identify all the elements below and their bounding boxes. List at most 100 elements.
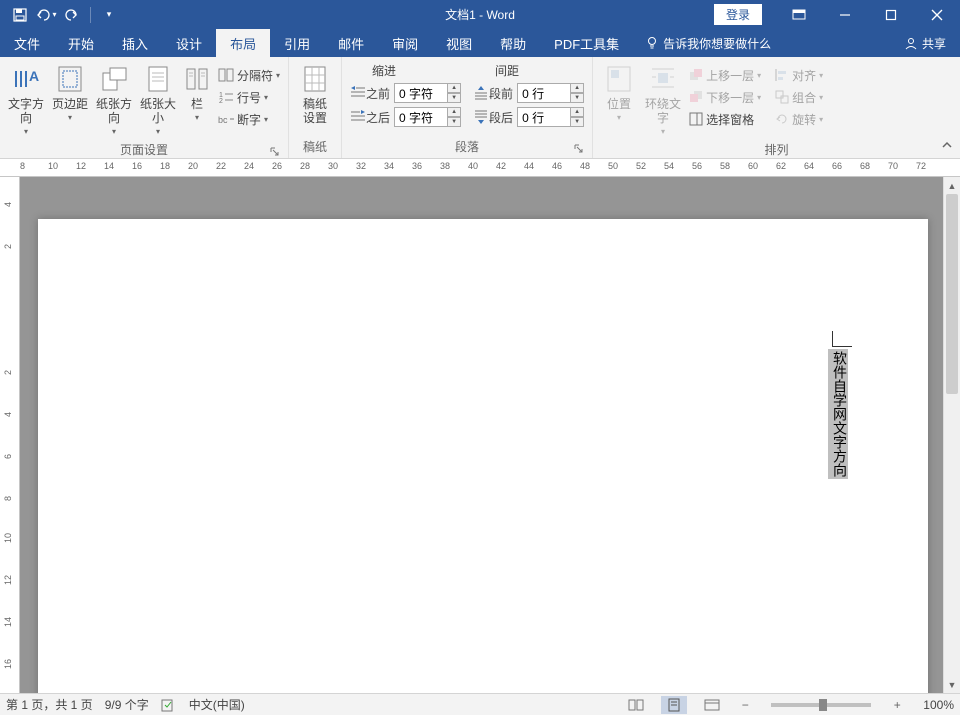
line-numbers-icon: 12: [218, 89, 234, 105]
space-after-input[interactable]: [517, 107, 571, 127]
ruler-tick: 34: [384, 161, 394, 171]
scroll-up-button[interactable]: ▲: [944, 177, 960, 194]
ruler-tick: 22: [216, 161, 226, 171]
ribbon-options-button[interactable]: [776, 0, 822, 29]
scroll-down-button[interactable]: ▼: [944, 676, 960, 693]
zoom-slider[interactable]: [771, 703, 871, 707]
columns-button[interactable]: 栏 ▾: [180, 60, 214, 125]
collapse-ribbon-button[interactable]: [938, 136, 956, 154]
ribbon-group-paragraph: 缩进 之前 ▲▼ 之后 ▲▼ 间距 段前: [342, 57, 593, 158]
tab-引用[interactable]: 引用: [270, 29, 324, 57]
bring-forward-button[interactable]: 上移一层▾: [685, 64, 771, 86]
scrollbar-vertical[interactable]: ▲ ▼: [943, 177, 960, 693]
indent-after-up[interactable]: ▲: [447, 107, 461, 117]
space-after-down[interactable]: ▼: [570, 117, 584, 127]
tell-me-input[interactable]: 告诉我你想要做什么: [633, 29, 783, 57]
bring-forward-icon: [689, 68, 703, 82]
tab-邮件[interactable]: 邮件: [324, 29, 378, 57]
ruler-vertical[interactable]: 42246810121416: [0, 177, 20, 693]
paragraph-dialog-launcher[interactable]: [572, 142, 586, 156]
status-page[interactable]: 第 1 页，共 1 页: [6, 696, 93, 713]
page-setup-dialog-launcher[interactable]: [268, 145, 282, 159]
tab-视图[interactable]: 视图: [432, 29, 486, 57]
paragraph-label: 段落: [455, 140, 479, 154]
space-after-icon: [473, 109, 489, 125]
ruler-tick: 56: [692, 161, 702, 171]
space-after-up[interactable]: ▲: [570, 107, 584, 117]
tab-开始[interactable]: 开始: [54, 29, 108, 57]
indent-after-input[interactable]: [394, 107, 448, 127]
tab-文件[interactable]: 文件: [0, 29, 54, 57]
margins-button[interactable]: 页边距 ▾: [48, 60, 92, 125]
document-canvas[interactable]: 软件自学网文字方向 软件自学网 WWW.RJZXW.COM: [20, 177, 943, 693]
indent-before-down[interactable]: ▼: [447, 93, 461, 103]
manuscript-button[interactable]: 稿纸 设置: [293, 60, 337, 128]
undo-button[interactable]: ▾: [34, 3, 58, 27]
scroll-thumb[interactable]: [946, 194, 958, 394]
tab-设计[interactable]: 设计: [162, 29, 216, 57]
ribbon: A 文字方向 ▾ 页边距 ▾ 纸张方向 ▾ 纸张大小 ▾ 栏: [0, 57, 960, 159]
orientation-button[interactable]: 纸张方向 ▾: [92, 60, 136, 139]
ruler-tick: 46: [552, 161, 562, 171]
status-language[interactable]: 中文(中国): [189, 696, 245, 713]
ruler-tick: 52: [636, 161, 646, 171]
tab-审阅[interactable]: 审阅: [378, 29, 432, 57]
indent-before-input[interactable]: [394, 83, 448, 103]
zoom-percent[interactable]: 100%: [923, 698, 954, 712]
zoom-slider-thumb[interactable]: [819, 699, 827, 711]
ruler-tick-v: 2: [3, 244, 13, 249]
qat-customize-button[interactable]: ▾: [97, 3, 121, 27]
minimize-button[interactable]: [822, 0, 868, 29]
group-button[interactable]: 组合▾: [771, 86, 837, 108]
tab-插入[interactable]: 插入: [108, 29, 162, 57]
redo-button[interactable]: [60, 3, 84, 27]
position-button[interactable]: 位置▾: [597, 60, 641, 125]
window-title: 文档1 - Word: [445, 6, 515, 23]
text-direction-button[interactable]: A 文字方向 ▾: [4, 60, 48, 139]
share-button[interactable]: 共享: [890, 29, 960, 57]
ruler-tick: 38: [440, 161, 450, 171]
tab-PDF工具集[interactable]: PDF工具集: [540, 29, 633, 57]
person-icon: [904, 36, 918, 50]
rotate-button[interactable]: 旋转▾: [771, 108, 837, 130]
ruler-tick-v: 14: [3, 617, 13, 627]
status-words[interactable]: 9/9 个字: [105, 696, 149, 713]
indent-header: 缩进: [372, 62, 461, 79]
ruler-tick: 68: [860, 161, 870, 171]
save-button[interactable]: [8, 3, 32, 27]
login-button[interactable]: 登录: [714, 4, 762, 25]
wrap-text-button[interactable]: 环绕文字▾: [641, 60, 685, 139]
ruler-tick: 64: [804, 161, 814, 171]
ruler-tick-v: 8: [3, 496, 13, 501]
line-numbers-button[interactable]: 12行号▾: [214, 86, 284, 108]
ruler-tick: 54: [664, 161, 674, 171]
tab-布局[interactable]: 布局: [216, 29, 270, 57]
space-before-up[interactable]: ▲: [570, 83, 584, 93]
send-backward-icon: [689, 90, 703, 104]
space-before-input[interactable]: [517, 83, 571, 103]
svg-text:2: 2: [219, 98, 223, 105]
tab-帮助[interactable]: 帮助: [486, 29, 540, 57]
indent-after-down[interactable]: ▼: [447, 117, 461, 127]
titlebar: ▾ ▾ 文档1 - Word 登录: [0, 0, 960, 29]
ruler-tick-v: 6: [3, 454, 13, 459]
hyphenation-button[interactable]: bc断字▾: [214, 108, 284, 130]
size-icon: [142, 63, 174, 95]
indent-before-up[interactable]: ▲: [447, 83, 461, 93]
close-button[interactable]: [914, 0, 960, 29]
ruler-horizontal[interactable]: 8101214161820222426283032343638404244464…: [0, 159, 960, 177]
selection-pane-button[interactable]: 选择窗格: [685, 108, 771, 130]
maximize-button[interactable]: [868, 0, 914, 29]
size-button[interactable]: 纸张大小 ▾: [136, 60, 180, 139]
scroll-track[interactable]: [944, 194, 960, 676]
document-text[interactable]: 软件自学网文字方向: [828, 349, 848, 479]
send-backward-button[interactable]: 下移一层▾: [685, 86, 771, 108]
ruler-tick-v: 4: [3, 412, 13, 417]
status-proofing-icon[interactable]: [161, 698, 177, 712]
space-before-down[interactable]: ▼: [570, 93, 584, 103]
align-button[interactable]: 对齐▾: [771, 64, 837, 86]
breaks-button[interactable]: 分隔符▾: [214, 64, 284, 86]
zoom-out-button[interactable]: −: [737, 698, 753, 712]
page-setup-label: 页面设置: [120, 143, 168, 157]
zoom-in-button[interactable]: +: [889, 698, 905, 712]
